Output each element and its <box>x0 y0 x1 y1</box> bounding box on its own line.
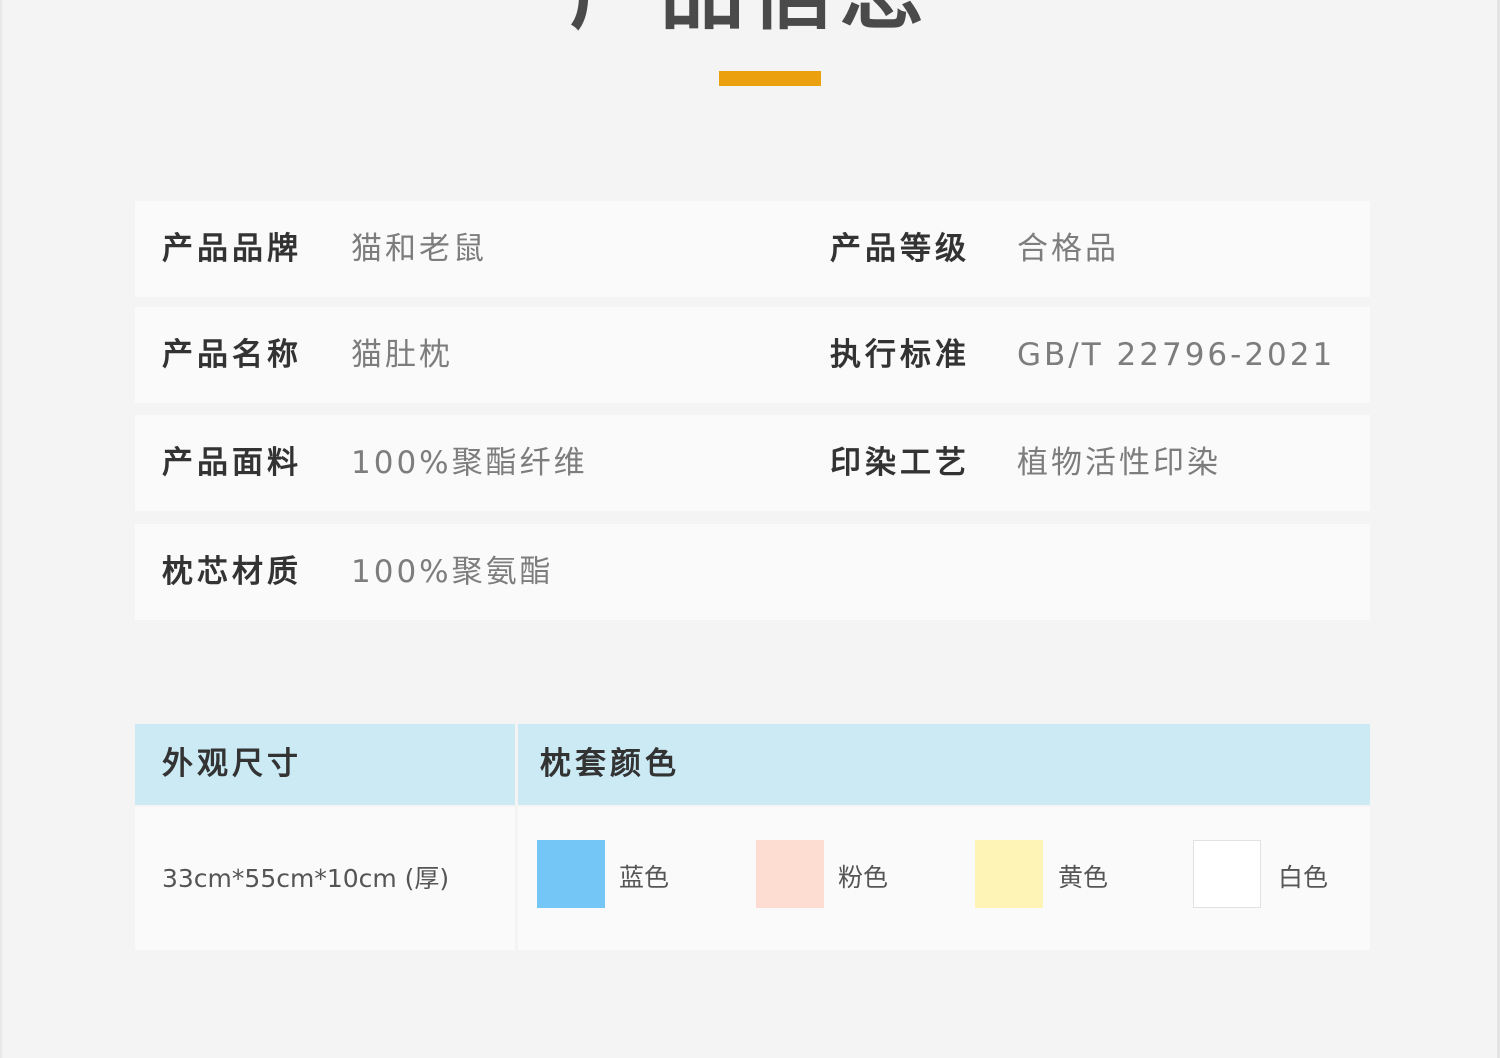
swatch-white <box>1193 840 1261 908</box>
label-brand: 产品品牌 <box>162 231 302 267</box>
swatch-pink <box>756 840 824 908</box>
section-title: 产品信息 <box>0 0 1500 42</box>
info-row-fabric: 产品面料 100%聚酯纤维 印染工艺 植物活性印染 <box>135 415 1370 511</box>
swatch-blue <box>537 840 605 908</box>
title-underline <box>719 71 821 86</box>
info-row-brand: 产品品牌 猫和老鼠 产品等级 合格品 <box>135 201 1370 297</box>
label-standard: 执行标准 <box>830 337 970 373</box>
swatch-name-pink: 粉色 <box>838 863 889 892</box>
value-grade: 合格品 <box>1017 231 1119 267</box>
spec-header-size-label: 外观尺寸 <box>162 746 302 782</box>
spec-header-size: 外观尺寸 <box>135 724 515 805</box>
label-grade: 产品等级 <box>830 231 970 267</box>
value-fabric: 100%聚酯纤维 <box>351 445 588 481</box>
swatch-name-blue: 蓝色 <box>619 863 670 892</box>
spec-size-cell: 33cm*55cm*10cm (厚) <box>135 807 515 950</box>
value-dyeing: 植物活性印染 <box>1017 445 1221 481</box>
spec-color-cell: 蓝色 粉色 黄色 白色 <box>518 807 1370 950</box>
label-core-material: 枕芯材质 <box>162 554 302 590</box>
value-name: 猫肚枕 <box>351 337 453 373</box>
label-fabric: 产品面料 <box>162 445 302 481</box>
size-value: 33cm*55cm*10cm (厚) <box>162 864 450 893</box>
swatch-yellow <box>975 840 1043 908</box>
value-brand: 猫和老鼠 <box>351 231 487 267</box>
spec-header-color: 枕套颜色 <box>518 724 1370 805</box>
label-name: 产品名称 <box>162 337 302 373</box>
spec-header-color-label: 枕套颜色 <box>540 746 680 782</box>
info-row-core: 枕芯材质 100%聚氨酯 <box>135 524 1370 620</box>
page-left-edge <box>0 0 2 1058</box>
value-standard: GB/T 22796-2021 <box>1017 337 1336 373</box>
info-row-name: 产品名称 猫肚枕 执行标准 GB/T 22796-2021 <box>135 307 1370 403</box>
value-core-material: 100%聚氨酯 <box>351 554 554 590</box>
label-dyeing: 印染工艺 <box>830 445 970 481</box>
swatch-name-yellow: 黄色 <box>1058 863 1109 892</box>
swatch-name-white: 白色 <box>1278 863 1329 892</box>
